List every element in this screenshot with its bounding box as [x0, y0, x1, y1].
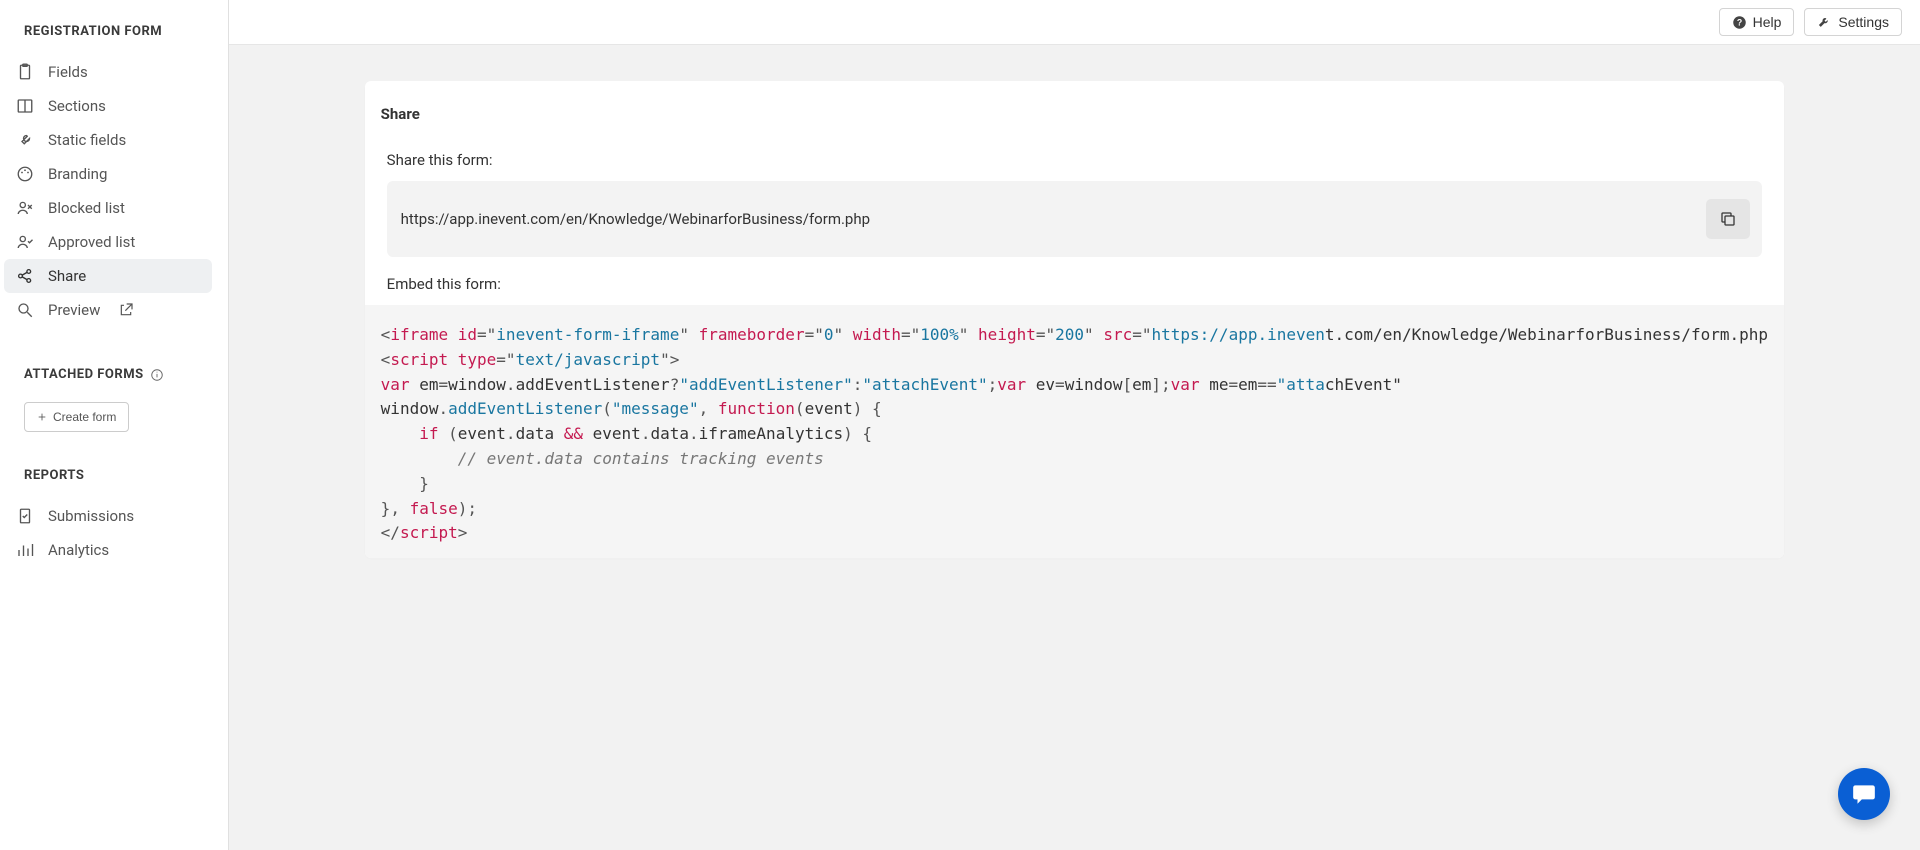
svg-text:?: ?	[1736, 17, 1741, 27]
sidebar-item-fields[interactable]: Fields	[4, 55, 212, 89]
user-x-icon	[16, 199, 34, 217]
content: Share Share this form: https://app.ineve…	[229, 45, 1920, 850]
sidebar-item-label: Blocked list	[48, 199, 125, 217]
sidebar-item-share[interactable]: Share	[4, 259, 212, 293]
create-form-button[interactable]: Create form	[24, 402, 129, 432]
sidebar-item-static-fields[interactable]: Static fields	[4, 123, 212, 157]
info-icon	[150, 368, 164, 382]
sidebar-item-blocked-list[interactable]: Blocked list	[4, 191, 212, 225]
topbar: ? Help Settings	[229, 0, 1920, 45]
sidebar-item-submissions[interactable]: Submissions	[4, 499, 212, 533]
wrench-icon	[1817, 15, 1832, 30]
share-form-label: Share this form:	[365, 151, 1784, 169]
palette-icon	[16, 165, 34, 183]
sidebar-item-label: Share	[48, 267, 86, 285]
share-url-box: https://app.inevent.com/en/Knowledge/Web…	[387, 181, 1762, 257]
chart-icon	[16, 541, 34, 559]
sidebar-item-label: Preview	[48, 301, 100, 319]
plus-icon	[37, 412, 47, 422]
embed-code-block[interactable]: <iframe id="inevent-form-iframe" framebo…	[365, 305, 1784, 558]
clipboard-check-icon	[16, 507, 34, 525]
chat-icon	[1851, 781, 1877, 807]
help-icon: ?	[1732, 15, 1747, 30]
sidebar-item-analytics[interactable]: Analytics	[4, 533, 212, 567]
sidebar-item-label: Fields	[48, 63, 88, 81]
share-icon	[16, 267, 34, 285]
sidebar-item-label: Approved list	[48, 233, 135, 251]
copy-url-button[interactable]	[1706, 199, 1750, 239]
user-check-icon	[16, 233, 34, 251]
share-card: Share Share this form: https://app.ineve…	[365, 81, 1784, 558]
chat-fab[interactable]	[1838, 768, 1890, 820]
section-title-registration: REGISTRATION FORM	[24, 24, 216, 39]
section-title-attached: ATTACHED FORMS	[24, 367, 216, 382]
sidebar-item-preview[interactable]: Preview	[4, 293, 212, 327]
sidebar-item-label: Submissions	[48, 507, 134, 525]
copy-icon	[1719, 210, 1737, 228]
section-title-reports: REPORTS	[24, 468, 216, 483]
settings-button[interactable]: Settings	[1804, 8, 1902, 36]
sidebar: REGISTRATION FORM Fields Sections Static…	[0, 0, 229, 850]
sidebar-item-sections[interactable]: Sections	[4, 89, 212, 123]
columns-icon	[16, 97, 34, 115]
help-button[interactable]: ? Help	[1719, 8, 1795, 36]
sidebar-item-label: Branding	[48, 165, 107, 183]
wrench-icon	[16, 131, 34, 149]
sidebar-item-approved-list[interactable]: Approved list	[4, 225, 212, 259]
sidebar-item-label: Static fields	[48, 131, 126, 149]
external-link-icon	[118, 302, 134, 318]
embed-form-label: Embed this form:	[365, 275, 1784, 293]
share-url-text: https://app.inevent.com/en/Knowledge/Web…	[401, 210, 870, 228]
sidebar-item-label: Sections	[48, 97, 106, 115]
sidebar-item-branding[interactable]: Branding	[4, 157, 212, 191]
search-icon	[16, 301, 34, 319]
clipboard-icon	[16, 63, 34, 81]
main-area: ? Help Settings Share Share this form: h…	[229, 0, 1920, 850]
sidebar-item-label: Analytics	[48, 541, 109, 559]
card-title: Share	[365, 105, 1784, 123]
